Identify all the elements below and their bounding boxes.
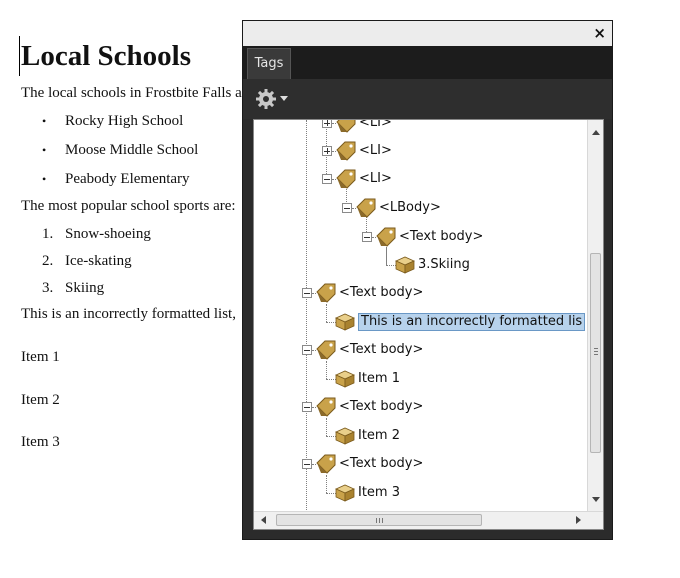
text-cursor [19,36,20,76]
tree-connector [326,418,327,436]
numbered-item: Skiing [65,280,105,296]
horizontal-scroll-thumb[interactable] [276,514,482,526]
tree-connector [386,247,387,265]
scroll-up-icon[interactable] [592,130,600,135]
collapse-icon[interactable] [362,232,372,242]
scroll-down-icon[interactable] [592,497,600,502]
tag-icon [316,397,336,417]
tree-node-label: <Text body> [339,285,424,300]
tag-icon [356,198,376,218]
incorrect-list-paragraph: This is an incorrectly formatted list, [21,306,236,322]
bullet-item: Peabody Elementary [65,171,190,187]
grip-icon [376,518,377,523]
tag-icon [336,141,356,161]
tree-node-label: <LI> [359,120,392,130]
tree-node-tag[interactable] [254,169,587,189]
plain-item: Item 1 [21,349,60,365]
scroll-right-icon[interactable] [576,516,581,524]
tree-node-content[interactable] [254,483,587,503]
tree-node-label: <Text body> [399,229,484,244]
content-box-icon [335,313,355,331]
horizontal-scrollbar[interactable] [254,511,603,529]
document-heading: Local Schools [21,40,191,72]
chevron-down-icon[interactable] [280,96,288,101]
gear-icon[interactable] [255,88,277,110]
tree-node-label: 3.Skiing [418,257,470,272]
tree-node-tag[interactable] [254,120,587,133]
list-number: 1. [42,226,54,242]
tree-node-label: <LBody> [379,200,441,215]
tag-tree: <LI> <LI> <LI> <LBody> <Text body> 3.Skiing <T… [254,120,587,512]
numbered-item: Ice-skating [65,253,132,269]
tree-node-content[interactable] [254,426,587,446]
tree-node-label: <LI> [359,143,392,158]
tag-tree-view: <LI> <LI> <LI> <LBody> <Text body> 3.Skiing <T… [253,119,604,530]
panel-tab-strip: Tags [243,46,612,79]
content-box-icon [335,427,355,445]
tree-node-content[interactable] [254,369,587,389]
tree-connector [326,361,327,379]
tree-node-label: <Text body> [339,342,424,357]
bullet-glyph: • [42,114,47,128]
panel-toolbar [243,79,612,119]
plain-item: Item 3 [21,434,60,450]
tree-connector [326,475,327,493]
tag-icon [316,454,336,474]
vertical-scrollbar[interactable] [587,120,603,512]
bullet-item: Moose Middle School [65,142,199,158]
content-box-icon [395,256,415,274]
tree-node-label: Item 3 [358,485,400,500]
tag-icon [316,340,336,360]
tag-icon [316,283,336,303]
collapse-icon[interactable] [322,174,332,184]
scroll-left-icon[interactable] [261,516,266,524]
collapse-icon[interactable] [302,345,312,355]
collapse-icon[interactable] [342,203,352,213]
content-box-icon [335,484,355,502]
tree-node-label: Item 1 [358,371,400,386]
tab-tags[interactable]: Tags [247,48,291,79]
bullet-glyph: • [42,143,47,157]
collapse-icon[interactable] [302,288,312,298]
tree-node-label: <Text body> [339,456,424,471]
tree-node-label: <LI> [359,171,392,186]
list-number: 3. [42,280,54,296]
bullet-glyph: • [42,172,47,186]
numbered-item: Snow-shoeing [65,226,151,242]
intro-paragraph: The local schools in Frostbite Falls a [21,85,242,101]
collapse-icon[interactable] [302,402,312,412]
plain-item: Item 2 [21,392,60,408]
tree-node-tag[interactable] [254,141,587,161]
tag-icon [376,227,396,247]
content-box-icon [335,370,355,388]
panel-titlebar: × [243,21,612,46]
selected-tree-node-label: This is an incorrectly formatted lis [358,313,586,331]
sports-paragraph: The most popular school sports are: [21,198,236,214]
vertical-scroll-thumb[interactable] [590,253,601,453]
collapse-icon[interactable] [302,459,312,469]
tag-icon [336,169,356,189]
expand-icon[interactable] [322,120,332,128]
grip-icon [594,348,598,349]
tree-node-label: <Text body> [339,399,424,414]
bullet-item: Rocky High School [65,113,184,129]
list-number: 2. [42,253,54,269]
expand-icon[interactable] [322,146,332,156]
tree-connector [326,304,327,322]
tree-node-label: Item 2 [358,428,400,443]
tag-icon [336,120,356,133]
tags-panel: × Tags <LI> <LI> <LI> <LBody> <Text body> 3.S… [242,20,613,540]
close-icon[interactable]: × [593,23,606,43]
